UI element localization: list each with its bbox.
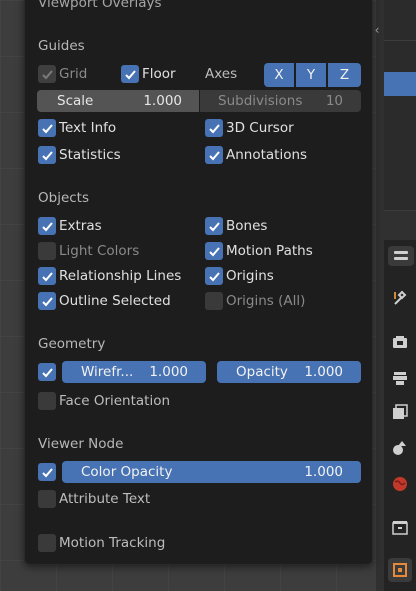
- scale-value: 1.000: [143, 93, 182, 109]
- viewport-overlays-popover: Viewport Overlays Guides Grid Floor Axes…: [24, 0, 373, 565]
- statistics-label: Statistics: [59, 147, 121, 163]
- origins-label: Origins: [226, 268, 274, 284]
- color-opacity-checkbox[interactable]: [38, 463, 56, 481]
- wireframe-label: Wirefr...: [81, 364, 134, 380]
- relationship-lines-label: Relationship Lines: [59, 268, 182, 284]
- floor-label: Floor: [142, 66, 176, 82]
- world-icon[interactable]: [388, 472, 412, 496]
- scene-icon[interactable]: [388, 436, 412, 460]
- motion-tracking-checkbox[interactable]: [38, 534, 56, 552]
- tool-icon[interactable]: [388, 286, 412, 310]
- subdivisions-value: 10: [325, 93, 343, 109]
- color-opacity-label: Color Opacity: [81, 464, 173, 480]
- opacity-slider[interactable]: Opacity 1.000: [217, 361, 361, 383]
- opacity-value: 1.000: [304, 364, 343, 380]
- collection-icon[interactable]: [388, 516, 412, 540]
- face-orientation-checkbox[interactable]: [38, 392, 56, 410]
- scale-field[interactable]: Scale 1.000: [37, 90, 199, 112]
- section-objects: Objects: [38, 190, 90, 206]
- 3d-cursor-label: 3D Cursor: [226, 120, 294, 136]
- motion-paths-label: Motion Paths: [226, 243, 313, 259]
- outliner-divider: [384, 40, 416, 41]
- view-layer-icon[interactable]: [388, 400, 412, 424]
- render-icon[interactable]: [388, 330, 412, 354]
- axis-x-toggle[interactable]: X: [264, 63, 294, 87]
- subdivisions-field[interactable]: Subdivisions 10: [200, 90, 361, 112]
- attribute-text-label: Attribute Text: [59, 491, 151, 507]
- light-colors-checkbox[interactable]: [38, 242, 56, 260]
- wireframe-slider[interactable]: Wirefr... 1.000: [62, 361, 206, 383]
- output-icon[interactable]: [388, 366, 412, 390]
- origins-all-checkbox[interactable]: [205, 292, 223, 310]
- section-guides: Guides: [38, 38, 85, 54]
- axis-z-toggle[interactable]: Z: [328, 63, 361, 87]
- color-opacity-slider[interactable]: Color Opacity 1.000: [62, 461, 361, 483]
- text-info-checkbox[interactable]: [38, 119, 56, 137]
- annotations-checkbox[interactable]: [205, 146, 223, 164]
- popover-title: Viewport Overlays: [38, 0, 162, 11]
- grid-label: Grid: [59, 66, 88, 82]
- opacity-label: Opacity: [236, 364, 288, 380]
- axis-y-toggle[interactable]: Y: [296, 63, 326, 87]
- subdivisions-label: Subdivisions: [218, 93, 303, 109]
- scale-label: Scale: [57, 93, 94, 109]
- editor-type-button[interactable]: [388, 246, 414, 266]
- section-viewer-node: Viewer Node: [38, 436, 124, 452]
- outliner-panel: [384, 0, 416, 210]
- text-info-label: Text Info: [59, 120, 117, 136]
- outliner-selected-row[interactable]: [384, 72, 416, 96]
- statistics-checkbox[interactable]: [38, 146, 56, 164]
- annotations-label: Annotations: [226, 147, 308, 163]
- section-geometry: Geometry: [38, 336, 106, 352]
- bones-checkbox[interactable]: [205, 217, 223, 235]
- motion-paths-checkbox[interactable]: [205, 242, 223, 260]
- wireframe-checkbox[interactable]: [38, 363, 56, 381]
- origins-checkbox[interactable]: [205, 267, 223, 285]
- light-colors-label: Light Colors: [59, 243, 140, 259]
- origins-all-label: Origins (All): [226, 293, 306, 309]
- attribute-text-checkbox[interactable]: [38, 490, 56, 508]
- bones-label: Bones: [226, 218, 268, 234]
- outliner-divider: [384, 210, 416, 211]
- grid-checkbox[interactable]: [38, 65, 56, 83]
- outline-selected-checkbox[interactable]: [38, 292, 56, 310]
- axes-label: Axes: [205, 66, 238, 82]
- motion-tracking-label: Motion Tracking: [59, 535, 166, 551]
- floor-checkbox[interactable]: [121, 65, 139, 83]
- wireframe-value: 1.000: [149, 364, 188, 380]
- 3d-cursor-checkbox[interactable]: [205, 119, 223, 137]
- relationship-lines-checkbox[interactable]: [38, 267, 56, 285]
- extras-checkbox[interactable]: [38, 217, 56, 235]
- object-icon[interactable]: [388, 558, 412, 582]
- collapse-arrow-icon[interactable]: ‹: [372, 20, 382, 40]
- color-opacity-value: 1.000: [304, 464, 343, 480]
- outline-selected-label: Outline Selected: [59, 293, 171, 309]
- extras-label: Extras: [59, 218, 102, 234]
- face-orientation-label: Face Orientation: [59, 393, 171, 409]
